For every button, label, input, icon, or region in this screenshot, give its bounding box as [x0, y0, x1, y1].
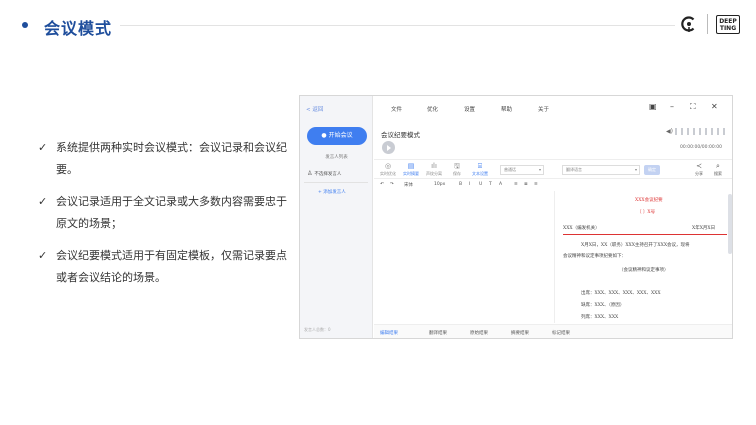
format-bar: ↶ ↷ 宋体 10px B I U T A ≡ ≣ ≡: [374, 180, 732, 190]
no-speaker-option[interactable]: ♙ 不选择发言人: [307, 170, 341, 177]
menu-file[interactable]: 文件: [391, 105, 402, 113]
share-button[interactable]: ≺ 分享: [692, 162, 706, 176]
align-center-icon[interactable]: ≣: [524, 182, 528, 187]
doc-org: XXX（编发机关）: [563, 226, 600, 231]
close-icon[interactable]: ✕: [711, 102, 718, 111]
realtime-summary-button[interactable]: ▤ 实时摘要: [401, 162, 421, 176]
volume-icon[interactable]: ◀): [666, 128, 673, 135]
app-sidebar: < 返回 ● 开始会议 发言人列表 ♙ 不选择发言人 + 添加发言人 发言人总数：0: [300, 96, 373, 338]
menu-bar: 文件 优化 设置 帮助 关于 ▣ – ⛶ ✕: [374, 96, 732, 118]
tab-edit-result[interactable]: 编辑结果: [380, 330, 398, 336]
scrollbar[interactable]: [728, 194, 732, 254]
check-icon: ✓: [38, 141, 48, 154]
align-left-icon[interactable]: ≡: [514, 182, 518, 187]
redo-icon[interactable]: ↷: [390, 182, 394, 187]
slide-header: 会议模式 DEEP TING: [0, 0, 756, 50]
tab-summary-result[interactable]: 摘要结果: [511, 330, 529, 336]
doc-heading: XXX会议纪要: [635, 198, 663, 203]
undo-icon[interactable]: ↶: [380, 182, 384, 187]
app-window: < 返回 ● 开始会议 发言人列表 ♙ 不选择发言人 + 添加发言人 发言人总数：0…: [299, 95, 733, 339]
doc-present: 列席：XXX、XXX: [581, 315, 619, 320]
add-speaker-button[interactable]: + 添加发言人: [318, 189, 346, 195]
search-button[interactable]: ⌕ 搜索: [711, 162, 725, 176]
no-speaker-label: 不选择发言人: [314, 172, 342, 177]
mic-icon: ●: [321, 132, 327, 139]
realtime-optimize-button[interactable]: ◎ 实时优化: [378, 162, 398, 176]
doc-line: （会议精神和议定事项）: [619, 268, 669, 273]
tab-translation-result[interactable]: 翻译结果: [429, 330, 447, 336]
doc-line: X月X日，XX（职务）XXX主持召开了XXX会议，现将: [581, 243, 690, 248]
start-meeting-label: 开始会议: [328, 132, 353, 139]
maximize-icon[interactable]: ⛶: [690, 102, 696, 112]
speaker-count: 发言人总数：0: [304, 327, 331, 332]
doc-attendees: 出席：XXX、XXX、XXX、XXX、XXX: [581, 291, 661, 296]
title-bullet-icon: [22, 22, 28, 28]
menu-about[interactable]: 关于: [538, 105, 549, 113]
check-icon: ✓: [38, 195, 48, 208]
strike-button[interactable]: T: [489, 182, 492, 187]
apply-button[interactable]: 确定: [644, 165, 660, 175]
language-select[interactable]: 普通话: [500, 165, 544, 175]
menu-optimize[interactable]: 优化: [427, 105, 438, 113]
play-button[interactable]: [382, 141, 395, 154]
font-color-button[interactable]: A: [499, 182, 502, 187]
text-settings-button[interactable]: ⌸ 文本设置: [470, 162, 490, 176]
menu-help[interactable]: 帮助: [501, 105, 512, 113]
tab-mark-result[interactable]: 标记结果: [552, 330, 570, 336]
volume-meter: [675, 128, 727, 135]
doc-date: X年X月X日: [692, 226, 716, 231]
menu-settings[interactable]: 设置: [464, 105, 475, 113]
document-title: 会议纪要模式: [381, 131, 420, 139]
tab-original-result[interactable]: 原始结果: [470, 330, 488, 336]
feature-point: ✓ 会议记录适用于全文记录或大多数内容需要忠于原文的场景；: [38, 191, 293, 235]
header-divider: [120, 25, 675, 26]
feature-point-text: 会议记录适用于全文记录或大多数内容需要忠于原文的场景；: [56, 195, 287, 230]
feature-point-text: 系统提供两种实时会议模式：会议记录和会议纪要。: [56, 141, 287, 176]
feature-point: ✓ 会议纪要模式适用于有固定模板，仅需记录要点或者会议结论的场景。: [38, 245, 293, 289]
doc-red-rule: [563, 234, 727, 235]
save-icon: 🖫: [454, 162, 460, 170]
waveform-icon: ılı: [431, 162, 437, 170]
window-icon[interactable]: ▣: [649, 102, 657, 111]
save-button[interactable]: 🖫 保存: [447, 162, 467, 176]
sidebar-divider: [304, 182, 368, 183]
font-size-select[interactable]: 10px: [434, 182, 445, 187]
minimize-icon[interactable]: –: [670, 102, 674, 111]
toolbar: ◎实时优化 ▤实时摘要 ılı声纹分离 🖫保存 ⌸文本设置 普通话 翻译语言 确…: [374, 159, 732, 179]
slide-title: 会议模式: [44, 19, 113, 38]
deepting-c-logo-icon: [681, 16, 695, 32]
doc-number: 〔 〕X号: [637, 210, 656, 215]
logo-separator: [707, 14, 708, 34]
back-link[interactable]: < 返回: [306, 105, 323, 113]
translation-select[interactable]: 翻译语言: [562, 165, 640, 175]
optimize-icon: ◎: [384, 162, 392, 170]
text-settings-icon: ⌸: [477, 162, 483, 170]
search-icon: ⌕: [716, 162, 720, 170]
speaker-list-label: 发言人列表: [325, 155, 348, 160]
result-tabs: 编辑结果 翻译结果 原始结果 摘要结果 标记结果: [374, 324, 732, 338]
font-select[interactable]: 宋体: [404, 182, 413, 188]
summary-icon: ▤: [407, 162, 415, 170]
align-right-icon[interactable]: ≡: [534, 182, 538, 187]
voiceprint-button[interactable]: ılı 声纹分离: [424, 162, 444, 176]
doc-absent: 缺席：XXX、（原因）: [581, 303, 625, 308]
minutes-document[interactable]: XXX会议纪要 〔 〕X号 XXX（编发机关） X年X月X日 X月X日，XX（职…: [554, 191, 727, 323]
underline-button[interactable]: U: [479, 182, 482, 187]
feature-points: ✓ 系统提供两种实时会议模式：会议记录和会议纪要。 ✓ 会议记录适用于全文记录或…: [38, 137, 293, 299]
feature-point: ✓ 系统提供两种实时会议模式：会议记录和会议纪要。: [38, 137, 293, 181]
bold-button[interactable]: B: [459, 182, 462, 187]
share-icon: ≺: [696, 162, 702, 170]
deepting-logo: DEEP TING: [716, 15, 740, 34]
playback-time: 00:00:00/00:00:00: [680, 145, 722, 150]
feature-point-text: 会议纪要模式适用于有固定模板，仅需记录要点或者会议结论的场景。: [56, 249, 287, 284]
doc-line: 会议精神和议定事项纪要如下：: [563, 254, 626, 259]
start-meeting-button[interactable]: ● 开始会议: [307, 127, 367, 145]
person-icon: ♙: [307, 170, 313, 177]
check-icon: ✓: [38, 249, 48, 262]
italic-button[interactable]: I: [469, 182, 470, 187]
